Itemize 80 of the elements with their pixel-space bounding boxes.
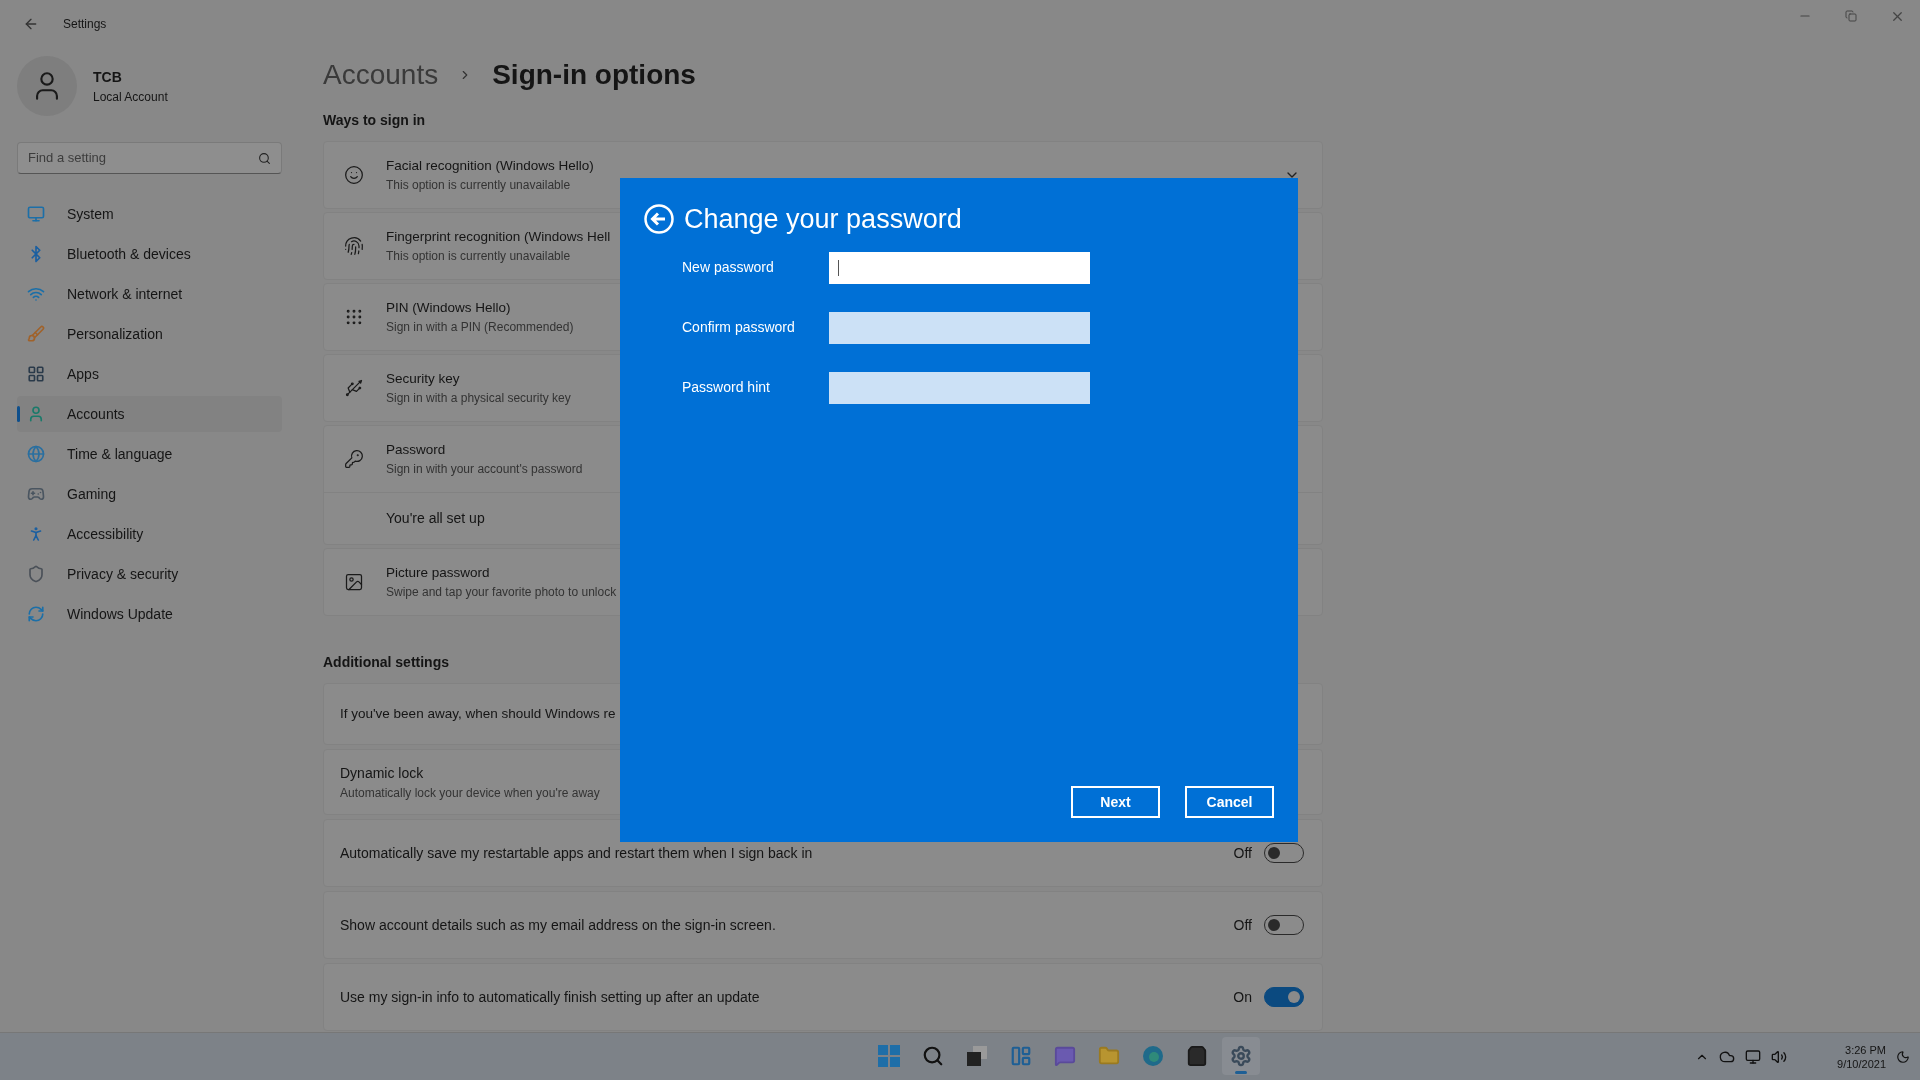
moon-icon[interactable]	[1896, 1049, 1910, 1064]
option-subtitle: Sign in with your account's password	[386, 461, 583, 479]
breadcrumb-parent[interactable]: Accounts	[323, 54, 439, 96]
setting-label: If you've been away, when should Windows re	[340, 704, 616, 723]
option-subtitle: Sign in with a physical security key	[386, 390, 571, 408]
clock[interactable]: 3:26 PM 9/10/2021	[1837, 1042, 1886, 1071]
option-title: Picture password	[386, 563, 490, 582]
browser-icon	[1142, 1045, 1164, 1067]
folder-icon	[1098, 1045, 1120, 1067]
user-name: TCB	[93, 67, 123, 87]
field-label: Confirm password	[682, 318, 796, 337]
person-icon	[27, 405, 45, 423]
globe-icon	[27, 445, 45, 463]
windows-logo-icon	[878, 1045, 900, 1067]
sidebar-item[interactable]: Personalization	[17, 316, 282, 352]
password-field[interactable]	[829, 371, 1090, 404]
option-title: PIN (Windows Hello)	[386, 298, 511, 317]
image-icon	[344, 572, 364, 592]
gamepad-icon	[27, 485, 45, 503]
dialog-button[interactable]: Next	[1071, 786, 1160, 818]
option-subtitle: Swipe and tap your favorite photo to unlock	[386, 584, 617, 602]
sidebar-item[interactable]: Time & language	[17, 436, 282, 472]
sidebar-item[interactable]: Windows Update	[17, 596, 282, 632]
toggle-switch[interactable]	[1264, 987, 1304, 1007]
option-title: Fingerprint recognition (Windows Hell	[386, 227, 611, 246]
dialog-button[interactable]: Cancel	[1185, 786, 1274, 818]
search-icon	[258, 151, 271, 165]
network-icon[interactable]	[1745, 1048, 1762, 1065]
sidebar-item[interactable]: Accounts	[17, 396, 282, 432]
option-title: Security key	[386, 369, 460, 388]
option-subtitle: This option is currently unavailable	[386, 177, 571, 195]
key-icon	[344, 449, 364, 469]
task-view-icon	[966, 1045, 988, 1067]
password-field[interactable]	[829, 311, 1090, 344]
setting-subtitle: Automatically lock your device when you're away	[340, 784, 600, 802]
brush-icon	[27, 325, 45, 343]
monitor-icon	[27, 205, 45, 223]
sidebar-item[interactable]: Privacy & security	[17, 556, 282, 592]
apps-grid-icon	[27, 365, 45, 383]
account-type: Local Account	[93, 88, 168, 106]
sidebar-item[interactable]: Gaming	[17, 476, 282, 512]
smile-icon	[344, 165, 364, 185]
sidebar-item[interactable]: Network & internet	[17, 276, 282, 312]
status-text: You're all set up	[386, 509, 485, 528]
keypad-dots-icon	[344, 307, 364, 327]
sidebar-item[interactable]: Apps	[17, 356, 282, 392]
setting-title: Dynamic lock	[340, 763, 424, 783]
option-subtitle: Sign in with a PIN (Recommended)	[386, 319, 574, 337]
section-heading: Additional settings	[323, 653, 450, 672]
taskbar-app[interactable]	[1222, 1037, 1260, 1075]
setting-label: Automatically save my restartable apps and restart them when I sign back in	[340, 843, 813, 863]
setting-label: Show account details such as my email address on the sign-in screen.	[340, 915, 776, 935]
option-subtitle: This option is currently unavailable	[386, 248, 571, 266]
section-heading: Ways to sign in	[323, 111, 427, 130]
toggle-state-label: On	[1233, 987, 1252, 1007]
field-label: Password hint	[682, 378, 771, 397]
toggle-state-label: Off	[1233, 915, 1252, 935]
sidebar-item[interactable]: Bluetooth & devices	[17, 236, 282, 272]
option-title: Password	[386, 440, 446, 459]
shield-icon	[27, 565, 45, 583]
restore-icon	[1845, 10, 1857, 22]
sidebar-item[interactable]: Accessibility	[17, 516, 282, 552]
password-field[interactable]	[829, 251, 1090, 284]
sidebar-item[interactable]: System	[17, 196, 282, 232]
fingerprint-icon	[344, 236, 364, 256]
refresh-icon	[27, 605, 45, 623]
option-title: Facial recognition (Windows Hello)	[386, 156, 594, 175]
speaker-icon[interactable]	[1771, 1048, 1788, 1065]
field-label: New password	[682, 258, 775, 277]
widgets-icon	[1010, 1045, 1032, 1067]
page-title: Sign-in options	[492, 58, 696, 92]
chat-icon	[1054, 1045, 1076, 1067]
gear-icon	[1230, 1045, 1252, 1067]
wifi-icon	[27, 285, 45, 303]
window-title: Settings	[63, 16, 107, 33]
toggle-state-label: Off	[1233, 843, 1252, 863]
search-field[interactable]: Find a setting	[17, 142, 282, 174]
setting-label: Use my sign-in info to automatically finish setting up after an update	[340, 987, 760, 1007]
search-icon	[922, 1045, 944, 1067]
back-arrow-circle-icon[interactable]	[644, 204, 674, 235]
